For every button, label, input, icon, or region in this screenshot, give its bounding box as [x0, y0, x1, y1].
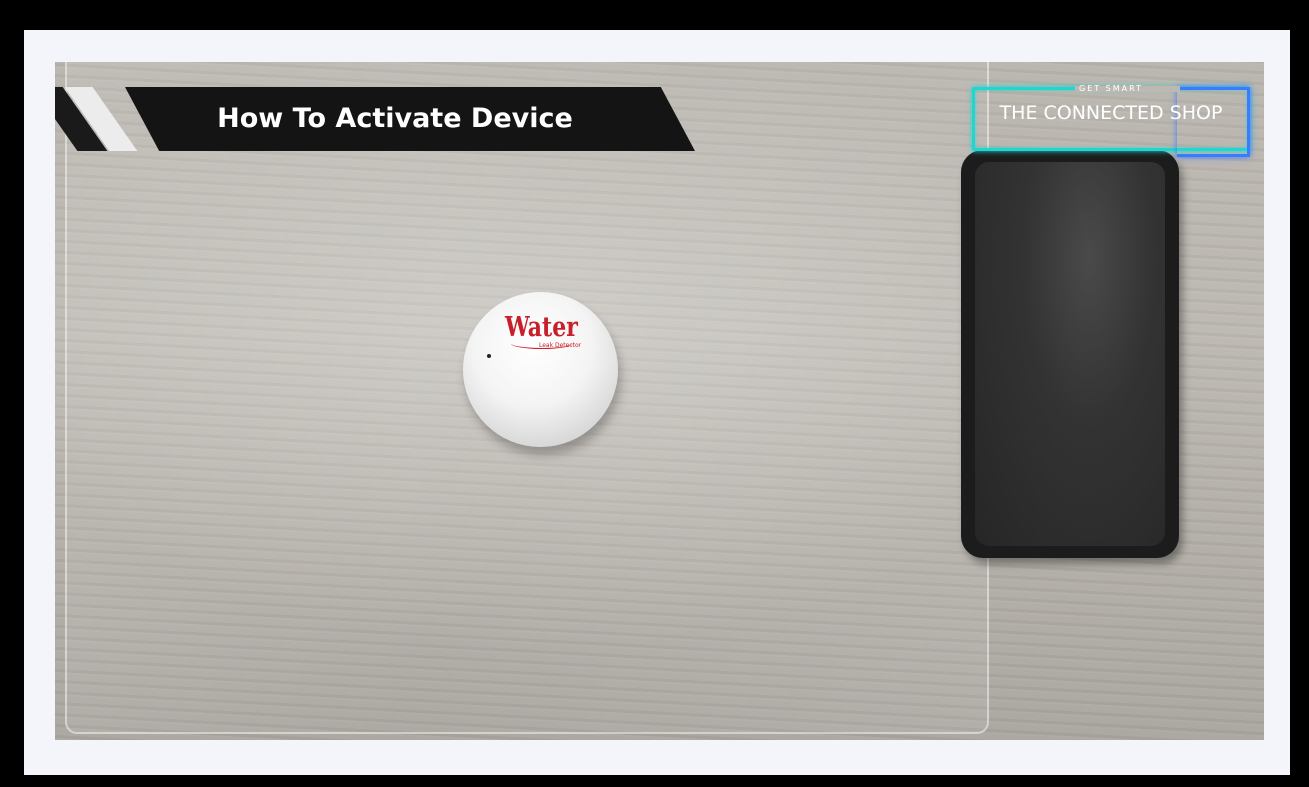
video-player[interactable]: How To Activate Device Water Leak Detect…: [55, 62, 1264, 740]
phone-screen: [975, 162, 1165, 546]
title-banner: How To Activate Device: [55, 87, 695, 151]
sensor-led-indicator: [487, 354, 491, 358]
brand-name: THE CONNECTED SHOP: [999, 102, 1223, 124]
water-leak-sensor: Water Leak Detector: [463, 292, 618, 447]
video-title: How To Activate Device: [217, 103, 573, 134]
sensor-sublabel: Leak Detector: [539, 342, 582, 349]
smartphone: [961, 150, 1179, 558]
brand-logo: GET SMART THE CONNECTED SHOP: [972, 84, 1250, 157]
brand-tagline: GET SMART: [1079, 84, 1143, 93]
